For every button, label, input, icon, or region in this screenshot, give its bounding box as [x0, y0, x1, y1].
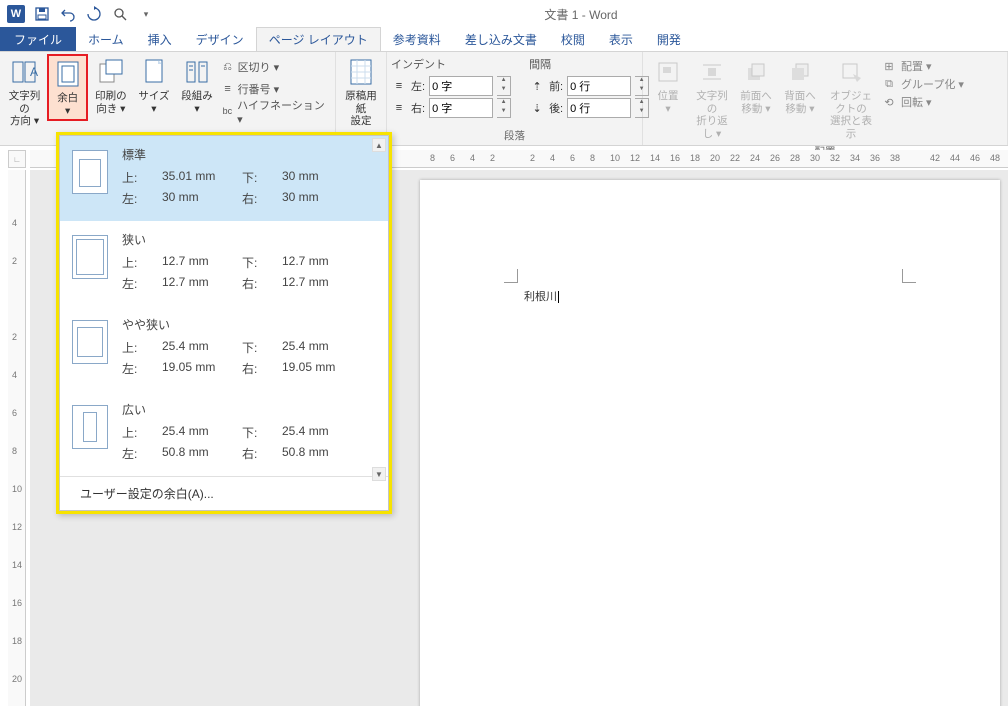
indent-left-row: ≡ 左: ▲▼ [391, 76, 511, 96]
indent-right-row: ≡ 右: ▲▼ [391, 98, 511, 118]
group-label-paragraph: 段落 [391, 126, 638, 145]
indent-header: インデント [391, 56, 511, 72]
orientation-button[interactable]: 印刷の 向き ▾ [90, 54, 131, 117]
breaks-icon: ⎌ [220, 59, 236, 75]
tab-review[interactable]: 校閲 [549, 27, 597, 51]
hyphenation-button[interactable]: bcハイフネーション ▾ [220, 100, 331, 122]
scroll-up-icon[interactable]: ▲ [372, 138, 386, 152]
tab-view[interactable]: 表示 [597, 27, 645, 51]
margin-thumb-icon [72, 235, 108, 279]
wrap-icon [696, 56, 728, 88]
margins-button[interactable]: 余白 ▾ [47, 54, 88, 121]
save-icon[interactable] [30, 2, 54, 26]
selection-icon [835, 56, 867, 88]
manuscript-button[interactable]: 原稿用紙 設定 [340, 54, 382, 130]
line-numbers-icon: ≡ [220, 81, 236, 97]
tab-home[interactable]: ホーム [76, 27, 136, 51]
forward-icon [740, 56, 772, 88]
svg-text:A: A [30, 65, 38, 79]
spinner[interactable]: ▲▼ [497, 98, 511, 118]
indent-right-input[interactable] [429, 98, 493, 118]
group-icon: ⧉ [881, 76, 897, 92]
position-icon [652, 56, 684, 88]
tab-file[interactable]: ファイル [0, 27, 76, 51]
tab-references[interactable]: 参考資料 [381, 27, 453, 51]
size-icon [138, 56, 170, 88]
spacing-after-row: ⇣ 後: ▲▼ [529, 98, 649, 118]
tab-insert[interactable]: 挿入 [136, 27, 184, 51]
manuscript-icon [345, 56, 377, 88]
tab-developer[interactable]: 開発 [645, 27, 693, 51]
spacing-after-icon: ⇣ [529, 100, 545, 116]
margin-option-2[interactable]: やや狭い 上:25.4 mm下:25.4 mm 左:19.05 mm右:19.0… [60, 306, 388, 391]
margin-name: 広い [122, 401, 376, 418]
spacing-before-input[interactable] [567, 76, 631, 96]
margin-option-0[interactable]: 標準 上:35.01 mm下:30 mm 左:30 mm右:30 mm [60, 136, 388, 221]
margin-mark-tr [902, 269, 916, 283]
margins-dropdown: ▲ 標準 上:35.01 mm下:30 mm 左:30 mm右:30 mm 狭い… [56, 132, 392, 514]
page[interactable]: 利根川 [420, 180, 1000, 706]
margin-name: やや狭い [122, 316, 376, 333]
word-icon[interactable]: W [4, 2, 28, 26]
redo-icon[interactable] [82, 2, 106, 26]
align-button[interactable]: ⊞配置 ▾ [881, 58, 964, 74]
document-text[interactable]: 利根川 [524, 288, 559, 304]
backward-icon [784, 56, 816, 88]
qat-more-icon[interactable]: ▾ [134, 2, 158, 26]
tab-design[interactable]: デザイン [184, 27, 256, 51]
margin-name: 狭い [122, 231, 376, 248]
text-direction-icon: A [9, 56, 41, 88]
quick-access-toolbar: W ▾ [4, 2, 158, 26]
position-button[interactable]: 位置 ▾ [647, 54, 689, 117]
touch-mode-icon[interactable] [108, 2, 132, 26]
ruler-corner: ∟ [8, 150, 26, 168]
margins-icon [52, 58, 84, 90]
spacing-before-row: ⇡ 前: ▲▼ [529, 76, 649, 96]
send-backward-button[interactable]: 背面へ 移動 ▾ [779, 54, 821, 117]
spacing-after-input[interactable] [567, 98, 631, 118]
ribbon-tabs: ファイル ホーム 挿入 デザイン ページ レイアウト 参考資料 差し込み文書 校… [0, 28, 1008, 52]
wrap-text-button[interactable]: 文字列の 折り返し ▾ [691, 54, 733, 142]
columns-icon [181, 56, 213, 88]
window-title: 文書 1 - Word [158, 6, 1004, 23]
undo-icon[interactable] [56, 2, 80, 26]
margin-mark-tl [504, 269, 518, 283]
text-cursor [557, 291, 559, 303]
indent-right-icon: ≡ [391, 100, 407, 116]
custom-margins-button[interactable]: ユーザー設定の余白(A)... [60, 476, 388, 510]
indent-left-icon: ≡ [391, 78, 407, 94]
orientation-icon [95, 56, 127, 88]
title-bar: W ▾ 文書 1 - Word [0, 0, 1008, 28]
margin-thumb-icon [72, 320, 108, 364]
group-arrange: 位置 ▾ 文字列の 折り返し ▾ 前面へ 移動 ▾ 背面へ 移動 ▾ オブジェク… [643, 52, 1008, 145]
indent-left-input[interactable] [429, 76, 493, 96]
text-direction-button[interactable]: A 文字列の 方向 ▾ [4, 54, 45, 130]
selection-pane-button[interactable]: オブジェクトの 選択と表示 [823, 54, 879, 142]
breaks-button[interactable]: ⎌区切り ▾ [220, 56, 331, 78]
size-button[interactable]: サイズ ▾ [133, 54, 174, 117]
spinner[interactable]: ▲▼ [497, 76, 511, 96]
tab-mailings[interactable]: 差し込み文書 [453, 27, 549, 51]
group-paragraph: インデント ≡ 左: ▲▼ ≡ 右: ▲▼ 間隔 ⇡ 前: [387, 52, 643, 145]
margin-name: 標準 [122, 146, 376, 163]
spacing-before-icon: ⇡ [529, 78, 545, 94]
rotate-button[interactable]: ⟲回転 ▾ [881, 94, 964, 110]
margin-option-3[interactable]: 広い 上:25.4 mm下:25.4 mm 左:50.8 mm右:50.8 mm [60, 391, 388, 476]
vertical-ruler[interactable]: 422468101214161820 [8, 170, 26, 706]
margin-option-1[interactable]: 狭い 上:12.7 mm下:12.7 mm 左:12.7 mm右:12.7 mm [60, 221, 388, 306]
spacing-header: 間隔 [529, 56, 649, 72]
bring-forward-button[interactable]: 前面へ 移動 ▾ [735, 54, 777, 117]
scroll-down-icon[interactable]: ▼ [372, 467, 386, 481]
margin-thumb-icon [72, 150, 108, 194]
tab-page-layout[interactable]: ページ レイアウト [256, 27, 381, 51]
align-icon: ⊞ [881, 58, 897, 74]
rotate-icon: ⟲ [881, 94, 897, 110]
margin-thumb-icon [72, 405, 108, 449]
hyphen-icon: bc [220, 103, 236, 119]
columns-button[interactable]: 段組み ▾ [176, 54, 217, 117]
group-button[interactable]: ⧉グループ化 ▾ [881, 76, 964, 92]
